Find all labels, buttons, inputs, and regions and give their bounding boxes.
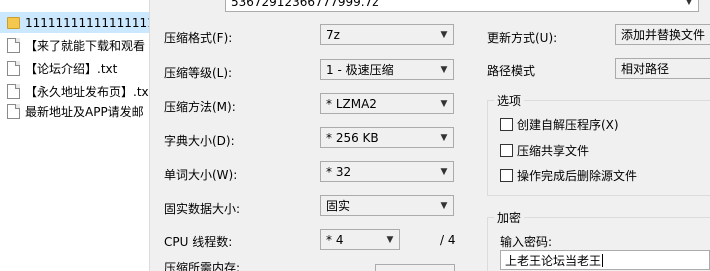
level-value: 1 - 极速压缩 bbox=[326, 63, 394, 77]
update-mode-select[interactable]: 添加并替换文件 bbox=[615, 24, 710, 45]
password-input[interactable]: 上老王论坛当老王 bbox=[500, 250, 710, 270]
format-select[interactable]: 7z ▼ bbox=[320, 24, 454, 45]
list-item[interactable]: 最新地址及APP请发邮 bbox=[0, 101, 149, 122]
checkbox-box[interactable] bbox=[500, 118, 513, 131]
format-label: 压缩格式(F): bbox=[164, 31, 233, 45]
text-file-icon bbox=[7, 84, 20, 99]
solid-block-size-select[interactable]: 固实 ▼ bbox=[320, 195, 454, 216]
file-name: 11111111111111111 bbox=[25, 15, 150, 30]
update-mode-label: 更新方式(U): bbox=[487, 31, 558, 45]
list-item[interactable]: 【来了就能下载和观看 bbox=[0, 35, 149, 56]
level-label: 压缩等级(L): bbox=[164, 66, 233, 80]
chevron-down-icon[interactable]: ▼ bbox=[381, 230, 399, 249]
text-file-icon bbox=[7, 61, 20, 76]
solid-block-size-label: 固实数据大小: bbox=[164, 202, 241, 216]
cpu-threads-label: CPU 线程数: bbox=[164, 235, 233, 249]
file-name: 【永久地址发布页】.tx bbox=[25, 85, 149, 99]
memory-usage-field bbox=[375, 264, 455, 271]
delete-after-compress-label: 操作完成后删除源文件 bbox=[517, 169, 638, 183]
solid-block-size-value: 固实 bbox=[326, 199, 351, 213]
level-select[interactable]: 1 - 极速压缩 ▼ bbox=[320, 59, 454, 80]
dictionary-size-value: * 256 KB bbox=[326, 130, 379, 145]
word-size-label: 单词大小(W): bbox=[164, 168, 238, 182]
password-label: 输入密码: bbox=[500, 235, 553, 249]
folder-icon bbox=[7, 16, 20, 29]
path-mode-value: 相对路径 bbox=[621, 62, 670, 76]
method-value: * LZMA2 bbox=[326, 96, 377, 111]
text-file-icon bbox=[7, 38, 20, 53]
archive-name-combo[interactable]: 53672912366777999.7z ▼ bbox=[225, 0, 699, 12]
list-item[interactable]: 【论坛介绍】.txt bbox=[0, 58, 149, 79]
compress-shared-files-label: 压缩共享文件 bbox=[517, 144, 590, 158]
chevron-down-icon[interactable]: ▼ bbox=[435, 25, 453, 44]
delete-after-compress-checkbox[interactable]: 操作完成后删除源文件 bbox=[500, 167, 637, 184]
text-file-icon bbox=[7, 104, 20, 119]
add-to-archive-dialog: 53672912366777999.7z ▼ 压缩格式(F): 7z ▼ 压缩等… bbox=[150, 0, 710, 271]
update-mode-value: 添加并替换文件 bbox=[621, 28, 706, 42]
checkbox-box[interactable] bbox=[500, 169, 513, 182]
format-value: 7z bbox=[326, 27, 340, 42]
chevron-down-icon[interactable]: ▼ bbox=[680, 0, 698, 12]
list-item[interactable]: 【永久地址发布页】.tx bbox=[0, 81, 149, 102]
method-label: 压缩方法(M): bbox=[164, 100, 236, 114]
archive-name-value: 53672912366777999.7z bbox=[231, 0, 379, 9]
path-mode-label: 路径模式 bbox=[487, 64, 536, 78]
encryption-group-title: 加密 bbox=[494, 209, 525, 226]
chevron-down-icon[interactable]: ▼ bbox=[435, 94, 453, 113]
checkbox-box[interactable] bbox=[500, 144, 513, 157]
cpu-threads-value: * 4 bbox=[326, 232, 344, 247]
chevron-down-icon[interactable]: ▼ bbox=[435, 60, 453, 79]
file-list: 11111111111111111 【来了就能下载和观看 【论坛介绍】.txt … bbox=[0, 0, 150, 271]
chevron-down-icon[interactable]: ▼ bbox=[435, 162, 453, 181]
create-sfx-label: 创建自解压程序(X) bbox=[517, 118, 619, 132]
dictionary-size-select[interactable]: * 256 KB ▼ bbox=[320, 127, 454, 148]
compress-shared-files-checkbox[interactable]: 压缩共享文件 bbox=[500, 142, 589, 159]
text-caret bbox=[602, 253, 604, 267]
chevron-down-icon[interactable]: ▼ bbox=[435, 128, 453, 147]
create-sfx-checkbox[interactable]: 创建自解压程序(X) bbox=[500, 116, 619, 133]
cpu-threads-total: / 4 bbox=[440, 233, 456, 247]
word-size-select[interactable]: * 32 ▼ bbox=[320, 161, 454, 182]
list-item[interactable]: 11111111111111111 bbox=[0, 12, 150, 33]
chevron-down-icon[interactable]: ▼ bbox=[435, 196, 453, 215]
memory-usage-label: 压缩所需内存: bbox=[164, 261, 241, 271]
file-name: 【论坛介绍】.txt bbox=[25, 62, 118, 76]
options-group-title: 选项 bbox=[494, 92, 525, 109]
file-name: 【来了就能下载和观看 bbox=[25, 39, 146, 53]
file-name: 最新地址及APP请发邮 bbox=[25, 105, 144, 119]
method-select[interactable]: * LZMA2 ▼ bbox=[320, 93, 454, 114]
word-size-value: * 32 bbox=[326, 164, 352, 179]
path-mode-select[interactable]: 相对路径 bbox=[615, 58, 710, 79]
dictionary-size-label: 字典大小(D): bbox=[164, 134, 235, 148]
cpu-threads-select[interactable]: * 4 ▼ bbox=[320, 229, 400, 250]
password-value: 上老王论坛当老王 bbox=[505, 253, 602, 268]
